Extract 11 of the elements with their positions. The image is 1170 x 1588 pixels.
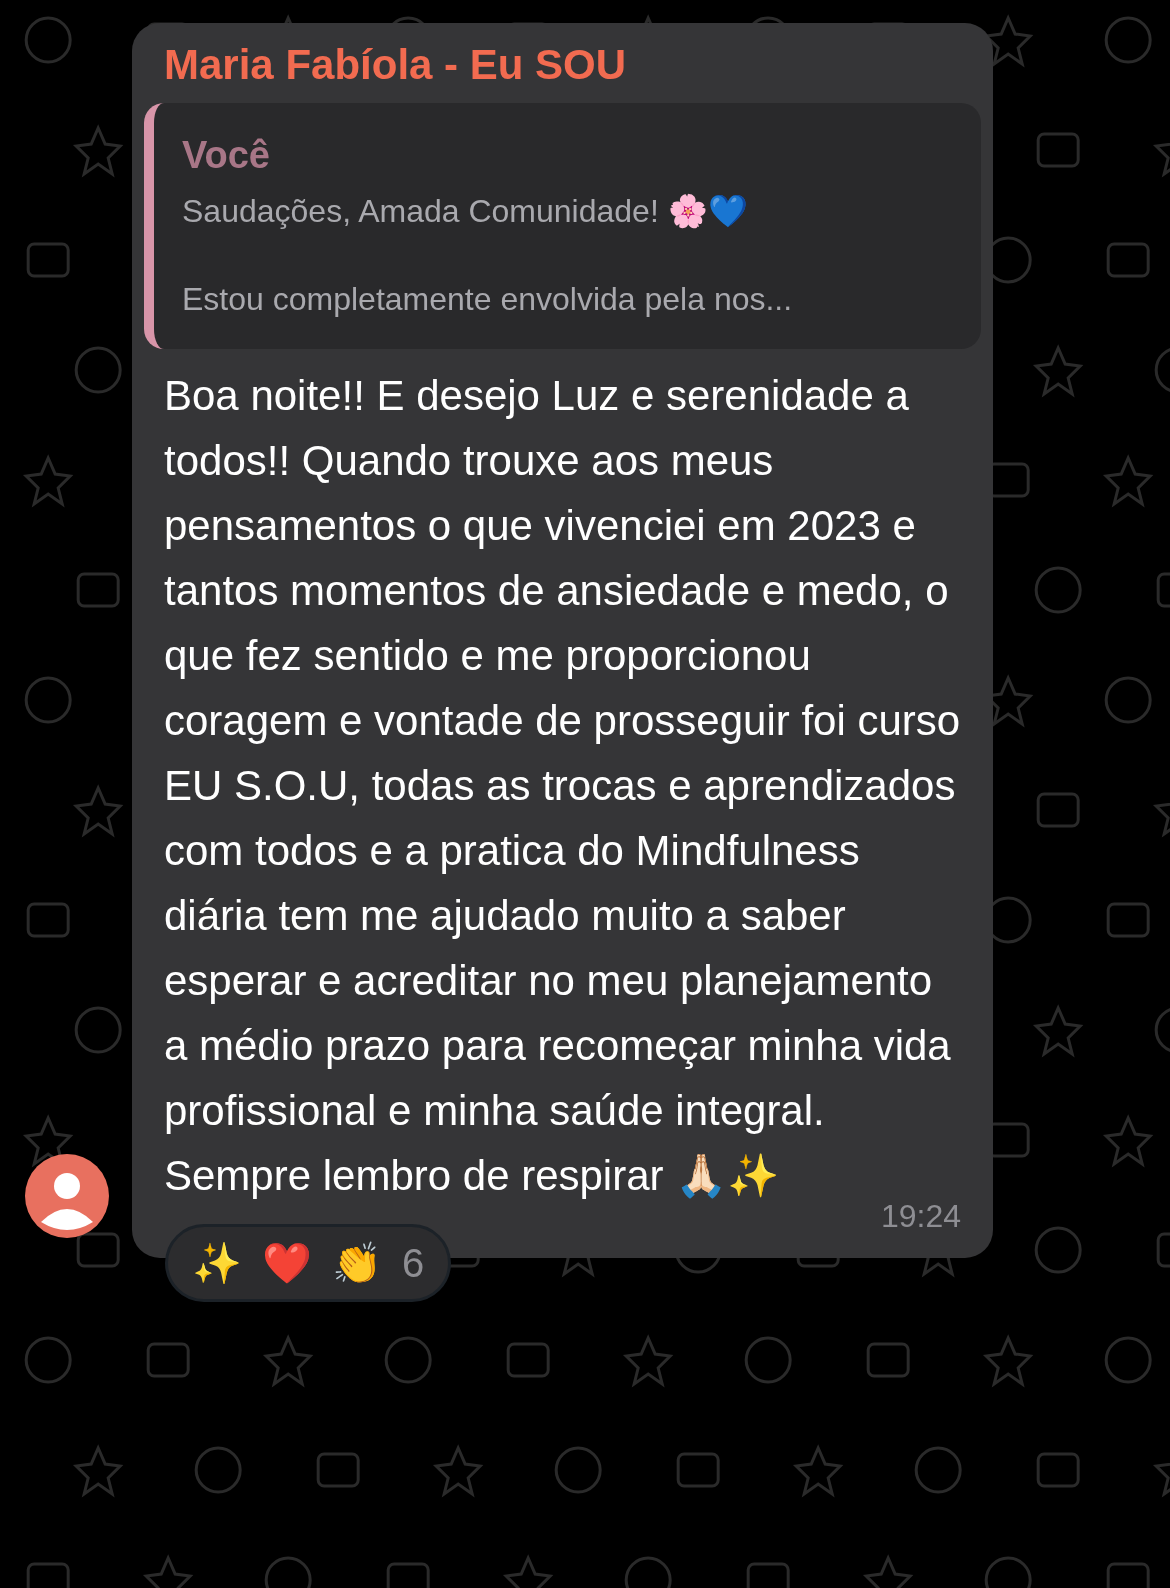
reactions-pill[interactable]: ✨ ❤ 👏 6	[165, 1224, 452, 1302]
reaction-count: 6	[402, 1240, 425, 1287]
avatar-icon[interactable]	[25, 1154, 109, 1238]
quote-text: Estou completamente envolvida pela nos...	[182, 280, 794, 319]
quote-author: Você	[182, 133, 271, 177]
quote-text: Saudações, Amada Comunidade! 🌸💙	[182, 192, 749, 231]
reaction-emoji: ✨	[192, 1240, 242, 1287]
reaction-emoji: ❤	[262, 1240, 312, 1287]
sender-name: Maria Fabíola - Eu SOU	[163, 40, 628, 90]
reaction-emoji: 👏	[332, 1240, 382, 1287]
quoted-message[interactable]: Você Saudações, Amada Comunidade! 🌸💙 Estou completamente envolvida pela nos...	[144, 103, 981, 349]
